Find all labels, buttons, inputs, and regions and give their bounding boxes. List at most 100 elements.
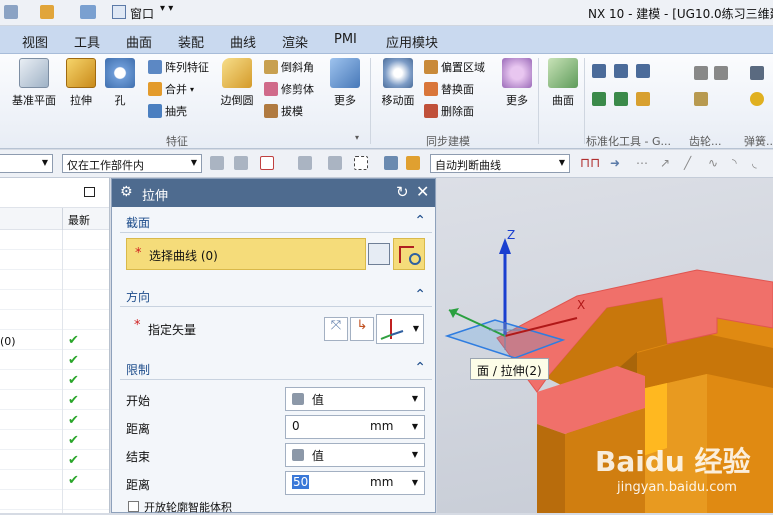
feature-more-label: 更多 xyxy=(334,94,356,107)
spring-tools-icons[interactable] xyxy=(750,66,766,116)
surface-icon xyxy=(548,58,578,88)
specify-vector-label: 指定矢量 xyxy=(148,323,197,337)
feature-group-expander-icon[interactable]: ▾ xyxy=(355,133,359,142)
type-filter-dropdown[interactable]: ▼ xyxy=(0,154,53,173)
window-icon[interactable] xyxy=(112,5,126,19)
pattern-feature-button[interactable]: 阵列特征 xyxy=(148,59,209,75)
limits-header[interactable]: 限制 ⌃ xyxy=(120,358,432,380)
menu-render[interactable]: 渲染 xyxy=(282,32,308,51)
draft-button[interactable]: 拔模 xyxy=(264,103,303,119)
extrude-button[interactable]: 拉伸 xyxy=(62,58,100,108)
datum-plane-button[interactable]: 基准平面 xyxy=(8,58,60,108)
selection-scope-dropdown[interactable]: 仅在工作部件内 ▼ xyxy=(62,154,202,173)
curve-rule-value: 自动判断曲线 xyxy=(435,159,501,172)
extrude-dialog: ⚙ 拉伸 ↻ ✕ 截面 ⌃ * 选择曲线 (0) 方向 ⌃ * 指定矢量 ⤧ ↳… xyxy=(111,178,436,514)
direction-header[interactable]: 方向 ⌃ xyxy=(120,285,432,307)
menu-view[interactable]: 视图 xyxy=(22,32,48,51)
gear-tools-icons[interactable] xyxy=(694,66,734,116)
trim-body-label: 修剪体 xyxy=(281,83,314,96)
window-title: NX 10 - 建模 - [UG10.0练习三维建 xyxy=(588,7,773,21)
chevron-down-icon: ▼ xyxy=(558,158,565,167)
dialog-title: 拉伸 xyxy=(142,189,169,204)
select-curve-field[interactable]: * 选择曲线 (0) xyxy=(126,238,366,270)
spring-group-label: 弹簧... xyxy=(744,135,773,148)
graphics-viewport[interactable]: Z X 面 / 拉伸(2) Baidu 经验 jingyan.baidu.com xyxy=(437,178,773,513)
menu-assembly[interactable]: 装配 xyxy=(178,32,204,51)
end-distance-label: 距离 xyxy=(126,478,151,492)
start-type-dropdown[interactable]: 值 ▼ xyxy=(285,387,425,411)
delete-face-button[interactable]: 删除面 xyxy=(424,103,474,119)
check-icon: ✔ xyxy=(68,453,79,468)
close-icon[interactable]: ✕ xyxy=(416,182,429,201)
menu-surface[interactable]: 曲面 xyxy=(126,32,152,51)
standard-tools-icons[interactable] xyxy=(592,64,682,114)
navigator-row-text: (0) xyxy=(0,335,16,348)
maximize-icon[interactable] xyxy=(84,187,95,197)
start-distance-label: 距离 xyxy=(126,422,151,436)
surface-label: 曲面 xyxy=(552,94,574,107)
gear-icon[interactable]: ⚙ xyxy=(120,184,133,200)
required-star-icon: * xyxy=(134,318,141,333)
draft-label: 拔模 xyxy=(281,105,303,118)
hole-button[interactable]: 孔 xyxy=(104,58,136,108)
end-distance-input[interactable]: 50 mm ▼ xyxy=(285,471,425,495)
move-face-button[interactable]: 移动面 xyxy=(378,58,418,108)
curve-snap-icons[interactable]: ⊓⊓ ➜ ⋯ ↗ ╱ ∿ ◝ ◟ xyxy=(580,156,770,172)
snap-tools-icons[interactable] xyxy=(210,156,425,172)
navigator-rows[interactable] xyxy=(0,230,109,513)
curve-select-icon[interactable] xyxy=(393,238,425,270)
surface-button[interactable]: 曲面 xyxy=(544,58,582,108)
unite-button[interactable]: 合并 ▾ xyxy=(148,81,194,97)
collapse-icon[interactable]: ⌃ xyxy=(414,360,426,376)
edit-icon[interactable] xyxy=(80,5,96,19)
menu-pmi[interactable]: PMI xyxy=(334,32,357,47)
section-header[interactable]: 截面 ⌃ xyxy=(120,211,432,233)
reverse-direction-icon[interactable]: ⤧ xyxy=(324,317,348,341)
save-icon[interactable] xyxy=(4,5,18,19)
trim-body-button[interactable]: 修剪体 xyxy=(264,81,314,97)
selection-tooltip-text: 面 / 拉伸(2) xyxy=(477,364,542,378)
delete-face-label: 删除面 xyxy=(441,105,474,118)
qat-dropdown-icon[interactable]: ▾ ▾ xyxy=(160,3,173,14)
chevron-down-icon[interactable]: ▼ xyxy=(412,478,418,487)
shell-icon xyxy=(148,104,162,118)
open-profile-checkbox[interactable] xyxy=(128,501,139,512)
vector-type-dropdown[interactable]: ▼ xyxy=(376,314,424,344)
shell-button[interactable]: 抽壳 xyxy=(148,103,187,119)
feature-more-button[interactable]: 更多 xyxy=(328,58,362,108)
ribbon-separator xyxy=(370,58,371,144)
offset-region-button[interactable]: 偏置区域 xyxy=(424,59,485,75)
x-axis-label: X xyxy=(577,298,586,312)
vector-dialog-icon[interactable]: ↳ xyxy=(350,317,374,341)
end-unit: mm xyxy=(370,475,394,489)
value-icon xyxy=(292,393,304,405)
dialog-title-bar[interactable]: ⚙ 拉伸 ↻ ✕ xyxy=(112,179,435,207)
chamfer-button[interactable]: 倒斜角 xyxy=(264,59,314,75)
end-type-value: 值 xyxy=(311,449,324,463)
replace-face-button[interactable]: 替换面 xyxy=(424,81,474,97)
end-type-dropdown[interactable]: 值 ▼ xyxy=(285,443,425,467)
ribbon-separator xyxy=(584,58,585,144)
menu-applications[interactable]: 应用模块 xyxy=(386,32,438,51)
collapse-icon[interactable]: ⌃ xyxy=(414,213,426,229)
start-distance-input[interactable]: 0 mm ▼ xyxy=(285,415,425,439)
pattern-icon xyxy=(148,60,162,74)
edge-blend-button[interactable]: 边倒圆 xyxy=(216,58,258,108)
menu-curve[interactable]: 曲线 xyxy=(230,32,256,51)
curve-rule-dropdown[interactable]: 自动判断曲线 ▼ xyxy=(430,154,570,173)
latest-column-header[interactable]: 最新 xyxy=(68,212,90,228)
menu-bar: 视图 工具 曲面 装配 曲线 渲染 PMI 应用模块 xyxy=(0,26,773,54)
window-menu[interactable]: 窗口 xyxy=(130,5,154,22)
collapse-icon[interactable]: ⌃ xyxy=(414,287,426,303)
reset-icon[interactable]: ↻ xyxy=(396,183,409,201)
sketch-section-icon[interactable] xyxy=(368,243,390,265)
sync-more-button[interactable]: 更多 xyxy=(500,58,534,108)
menu-tools[interactable]: 工具 xyxy=(74,32,100,51)
ribbon-separator xyxy=(538,58,539,144)
check-icon: ✔ xyxy=(68,373,79,388)
extrude-label: 拉伸 xyxy=(70,94,92,107)
unite-dropdown-icon[interactable]: ▾ xyxy=(190,85,194,94)
chevron-down-icon[interactable]: ▼ xyxy=(412,422,418,431)
undo-icon[interactable] xyxy=(40,5,54,19)
more-features-icon xyxy=(330,58,360,88)
